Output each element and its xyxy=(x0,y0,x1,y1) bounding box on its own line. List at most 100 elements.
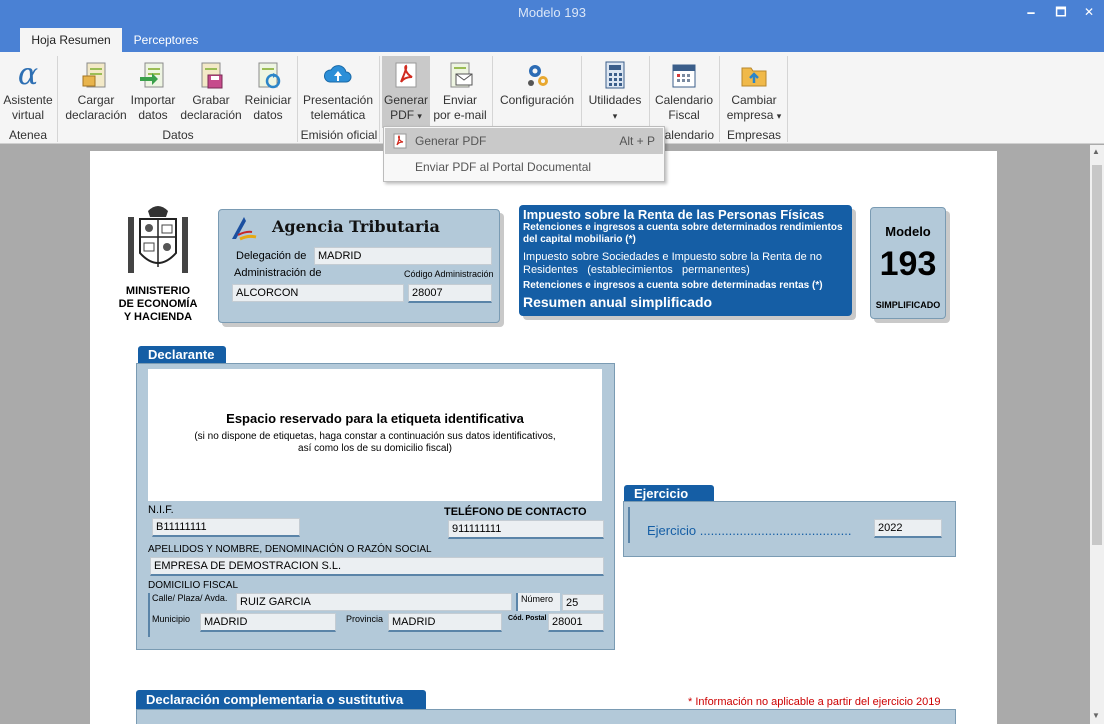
codigo-postal-field[interactable]: 28001 xyxy=(548,613,604,632)
nombre-field[interactable]: EMPRESA DE DEMOSTRACION S.L. xyxy=(150,557,604,576)
chevron-down-icon: ▾ xyxy=(417,111,422,121)
etiqueta-area: Espacio reservado para la etiqueta ident… xyxy=(148,369,602,501)
tax-line: Retenciones e ingresos a cuenta sobre de… xyxy=(523,280,823,291)
ejercicio-label: Ejercicio ..............................… xyxy=(647,523,852,538)
group-divider xyxy=(379,56,380,142)
close-button[interactable]: ✕ xyxy=(1074,0,1104,26)
cambiar-label-2: empresa xyxy=(726,108,774,122)
codigo-administracion-field[interactable]: 28007 xyxy=(408,284,492,303)
minimize-button[interactable]: 🗕 xyxy=(1016,0,1046,26)
asistente-label-2: virtual xyxy=(11,108,44,122)
codigo-administracion-label: Código Administración xyxy=(404,269,494,279)
menu-item-shortcut: Alt + P xyxy=(619,134,655,148)
scrollbar-thumb[interactable] xyxy=(1092,165,1102,545)
presentacion-label-2: telemática xyxy=(310,108,366,122)
modelo-number: 193 xyxy=(879,245,937,283)
generar-pdf-button[interactable]: Generar PDF ▾ xyxy=(382,56,430,128)
chevron-down-icon: ▾ xyxy=(776,111,782,121)
calendario-label-1: Calendario xyxy=(654,93,714,107)
etiqueta-title: Espacio reservado para la etiqueta ident… xyxy=(226,411,524,426)
telefono-field[interactable]: 911111111 xyxy=(448,520,604,539)
group-label-datos: Datos xyxy=(162,128,194,142)
menu-item-label: Enviar PDF al Portal Documental xyxy=(415,160,592,174)
window-title: Modelo 193 xyxy=(518,5,586,20)
ejercicio-accent xyxy=(628,507,630,543)
utilidades-button[interactable]: Utilidades ▾ xyxy=(585,56,645,128)
agency-name: Agencia Tributaria xyxy=(272,217,440,236)
delegacion-label: Delegación de xyxy=(236,250,307,262)
asistente-label-1: Asistente xyxy=(3,93,53,107)
tax-line: Residentes (establecimientos permanentes… xyxy=(523,264,750,276)
reiniciar-datos-button[interactable]: Reiniciar datos xyxy=(244,56,292,128)
enviar-email-button[interactable]: Enviar por e-mail xyxy=(432,56,488,128)
ribbon-tabs: Hoja Resumen Perceptores xyxy=(0,28,1104,52)
complementaria-note: * Información no aplicable a partir del … xyxy=(688,696,941,708)
ministry-line: MINISTERIO xyxy=(125,285,191,297)
calle-field[interactable]: RUIZ GARCIA xyxy=(236,593,512,611)
tax-line: Resumen anual simplificado xyxy=(523,294,713,310)
import-document-icon xyxy=(140,62,164,88)
calculator-icon xyxy=(605,61,625,89)
modelo-sub: SIMPLIFICADO xyxy=(875,300,941,310)
complementaria-header: Declaración complementaria o sustitutiva xyxy=(136,690,426,710)
provincia-field[interactable]: MADRID xyxy=(388,613,502,632)
tax-line: Retenciones e ingresos a cuenta sobre de… xyxy=(523,222,843,233)
group-divider xyxy=(719,56,720,142)
presentacion-label-1: Presentación xyxy=(302,93,374,107)
grabar-declaracion-button[interactable]: Grabar declaración xyxy=(178,56,244,128)
generar-label-2: PDF xyxy=(390,108,415,122)
reiniciar-label-2: datos xyxy=(253,108,283,122)
provincia-label: Provincia xyxy=(346,614,384,624)
chevron-down-icon: ▾ xyxy=(612,111,618,121)
ministry-name: MINISTERIO DE ECONOMÍA Y HACIENDA xyxy=(114,285,202,324)
numero-label-cell: Número xyxy=(516,593,560,611)
menu-item-enviar-portal[interactable]: Enviar PDF al Portal Documental xyxy=(385,154,663,180)
tab-perceptores[interactable]: Perceptores xyxy=(124,28,208,52)
nombre-label: APELLIDOS Y NOMBRE, DENOMINACIÓN O RAZÓN… xyxy=(148,544,432,555)
menu-item-generar-pdf[interactable]: Generar PDF Alt + P xyxy=(385,128,663,154)
complementaria-box xyxy=(136,709,956,724)
maximize-button[interactable]: 🗖 xyxy=(1046,0,1076,26)
tab-hoja-resumen[interactable]: Hoja Resumen xyxy=(20,28,122,52)
delegacion-field[interactable]: MADRID xyxy=(314,247,492,265)
utilidades-label: Utilidades xyxy=(588,93,642,107)
administracion-field[interactable]: ALCORCON xyxy=(232,284,404,302)
calendario-label-2: Fiscal xyxy=(668,108,700,122)
administracion-label: Administración de xyxy=(234,267,322,279)
reiniciar-label-1: Reiniciar xyxy=(244,93,292,107)
email-icon xyxy=(450,62,473,88)
importar-label-1: Importar xyxy=(130,93,176,107)
cargar-declaracion-button[interactable]: Cargar declaración xyxy=(63,56,129,128)
telefono-label: TELÉFONO DE CONTACTO xyxy=(444,506,587,518)
cargar-label-2: declaración xyxy=(65,108,127,122)
scroll-up-icon[interactable]: ▲ xyxy=(1092,147,1100,156)
menu-item-label: Generar PDF xyxy=(415,134,487,148)
ejercicio-header: Ejercicio xyxy=(624,485,714,502)
configuracion-button[interactable]: Configuración xyxy=(497,56,577,128)
grabar-label-1: Grabar xyxy=(192,93,230,107)
asistente-virtual-button[interactable]: α Asistente virtual xyxy=(2,56,54,128)
numero-field[interactable]: 25 xyxy=(562,594,604,611)
scroll-down-icon[interactable]: ▼ xyxy=(1092,711,1100,720)
settings-icon xyxy=(528,65,548,86)
ejercicio-field[interactable]: 2022 xyxy=(874,519,942,538)
etiqueta-sub: (si no dispone de etiquetas, haga consta… xyxy=(194,431,556,442)
configuracion-label: Configuración xyxy=(499,93,575,107)
etiqueta-sub: así como los de su domicilio fiscal) xyxy=(298,443,452,454)
generar-pdf-menu: Generar PDF Alt + P Enviar PDF al Portal… xyxy=(383,126,665,182)
document-area[interactable]: MINISTERIO DE ECONOMÍA Y HACIENDA Agenci… xyxy=(0,145,1090,724)
pdf-icon xyxy=(393,133,407,149)
nif-field[interactable]: B11111111 xyxy=(152,518,300,537)
municipio-field[interactable]: MADRID xyxy=(200,613,336,632)
presentacion-telematica-button[interactable]: Presentación telemática xyxy=(301,56,375,128)
group-label-atenea: Atenea xyxy=(8,128,48,142)
cambiar-empresa-button[interactable]: Cambiar empresa ▾ xyxy=(724,56,784,128)
domicilio-label: DOMICILIO FISCAL xyxy=(148,580,239,591)
grabar-label-2: declaración xyxy=(180,108,242,122)
importar-datos-button[interactable]: Importar datos xyxy=(130,56,176,128)
generar-label-1: Generar xyxy=(383,93,429,107)
modelo-label: Modelo xyxy=(885,224,931,239)
codigo-postal-label: Cód. Postal xyxy=(508,615,547,622)
vertical-scrollbar[interactable]: ▲ ▼ xyxy=(1090,145,1104,724)
calendario-fiscal-button[interactable]: Calendario Fiscal xyxy=(652,56,716,128)
